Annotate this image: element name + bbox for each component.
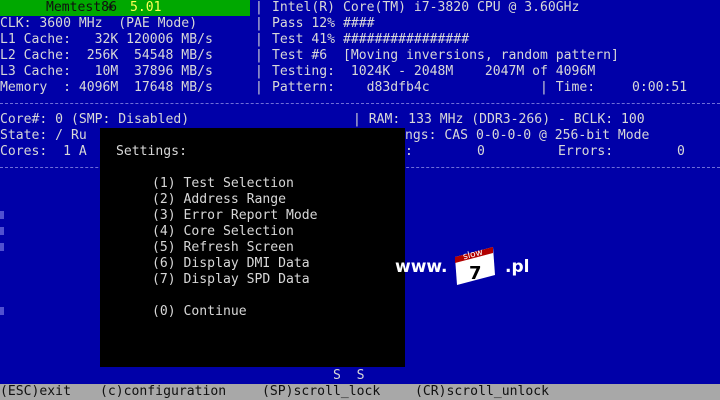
settings-dialog: Settings: (1) Test Selection (2) Address…: [100, 128, 405, 367]
separator: |: [255, 64, 263, 79]
watermark-badge-num: 7: [469, 263, 482, 284]
menu-item-test-selection[interactable]: (1) Test Selection: [152, 176, 294, 192]
menu-item-display-dmi[interactable]: (6) Display DMI Data: [152, 256, 310, 272]
menu-item-address-range[interactable]: (2) Address Range: [152, 192, 286, 208]
l1-cache-info: L1 Cache: 32K 120006 MB/s: [0, 32, 213, 47]
esc-exit-hint[interactable]: (ESC)exit: [0, 384, 71, 400]
timings-info: ngs: CAS 0-0-0-0 @ 256-bit Mode: [405, 128, 650, 143]
app-version: 5.01: [130, 0, 162, 15]
row-marker: [0, 307, 4, 315]
menu-item-error-report-mode[interactable]: (3) Error Report Mode: [152, 208, 318, 224]
header-separator: |: [255, 0, 263, 15]
separator: |: [255, 16, 263, 31]
testing-range: Testing: 1024K - 2048M 2047M of 4096M: [272, 64, 596, 79]
row-marker: [0, 243, 4, 251]
watermark-suffix: .pl: [505, 257, 530, 277]
title-bar: Memtest86 + 5.01: [0, 0, 250, 16]
time-label: | Time:: [540, 80, 596, 95]
separator: |: [255, 48, 263, 63]
app-plus: +: [106, 0, 114, 15]
error-count-a: 0: [477, 144, 485, 159]
separator: |: [255, 32, 263, 47]
scroll-unlock-hint[interactable]: (CR)scroll_unlock: [415, 384, 549, 400]
configuration-hint[interactable]: (c)configuration: [100, 384, 226, 400]
test-progress: Test 41% ################: [272, 32, 470, 47]
scroll-lock-hint[interactable]: (SP)scroll_lock: [262, 384, 380, 400]
core-info: Core#: 0 (SMP: Disabled): [0, 112, 190, 127]
watermark-prefix: www.: [395, 257, 448, 277]
settings-title: Settings:: [116, 144, 187, 159]
clock-info: CLK: 3600 MHz (PAE Mode): [0, 16, 198, 31]
l2-cache-info: L2 Cache: 256K 54548 MB/s: [0, 48, 213, 63]
menu-item-continue[interactable]: (0) Continue: [152, 304, 247, 320]
pass-progress: Pass 12% ####: [272, 16, 375, 31]
watermark-badge-icon: slow 7: [455, 247, 495, 285]
menu-item-refresh-screen[interactable]: (5) Refresh Screen: [152, 240, 294, 256]
pattern-info: Pattern: d83dfb4c: [272, 80, 430, 95]
errors-label: Errors:: [558, 144, 614, 159]
status-bar: (ESC)exit (c)configuration (SP)scroll_lo…: [0, 384, 720, 400]
menu-item-display-spd[interactable]: (7) Display SPD Data: [152, 272, 310, 288]
errors-value: 0: [677, 144, 685, 159]
l3-cache-info: L3 Cache: 10M 37896 MB/s: [0, 64, 213, 79]
ram-info: | RAM: 133 MHz (DDR3-266) - BCLK: 100: [353, 112, 645, 127]
state-info: State: / Ru: [0, 128, 87, 143]
row-marker: [0, 211, 4, 219]
cpu-name: Intel(R) Core(TM) i7-3820 CPU @ 3.60GHz: [272, 0, 580, 15]
ss-marks: S S: [333, 368, 365, 383]
time-value: 0:00:51: [632, 80, 688, 95]
separator: |: [255, 80, 263, 95]
current-test: Test #6 [Moving inversions, random patte…: [272, 48, 619, 63]
watermark-logo: www. slow 7 .pl: [395, 247, 530, 289]
errors-prefix: :: [405, 144, 413, 159]
divider: [0, 103, 720, 104]
menu-item-core-selection[interactable]: (4) Core Selection: [152, 224, 294, 240]
memory-info: Memory : 4096M 17648 MB/s: [0, 80, 213, 95]
row-marker: [0, 227, 4, 235]
cores-info: Cores: 1 A: [0, 144, 87, 159]
